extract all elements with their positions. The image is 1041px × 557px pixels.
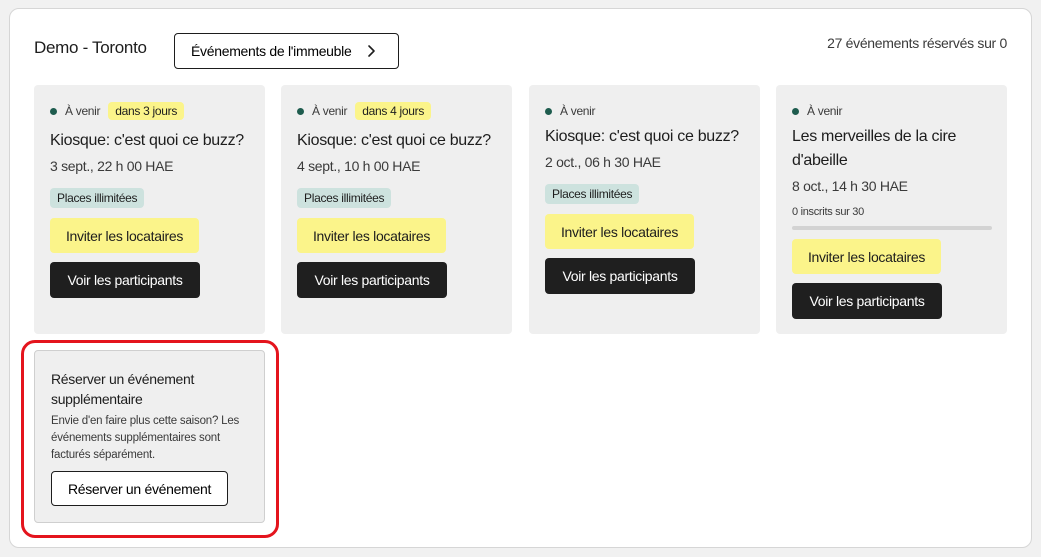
view-participants-button[interactable]: Voir les participants	[545, 258, 695, 294]
event-title: Les merveilles de la cire d'abeille	[792, 128, 957, 169]
status-dot-icon	[297, 107, 304, 115]
status-dot-icon	[50, 107, 57, 115]
status-row: À venir	[545, 101, 596, 121]
events-panel: Demo - Toronto Événements de l'immeuble …	[9, 8, 1032, 548]
building-title: Demo - Toronto	[34, 38, 147, 57]
days-badge: dans 3 jours	[108, 102, 185, 120]
status-label: À venir	[312, 104, 348, 118]
event-date: 8 oct., 14 h 30 HAE	[792, 178, 908, 194]
event-title: Kiosque: c'est quoi ce buzz?	[297, 132, 491, 149]
extra-event-card: Réserver un événement supplémentaire Env…	[34, 350, 265, 523]
chevron-right-icon	[368, 45, 375, 57]
invite-tenants-button[interactable]: Inviter les locataires	[50, 218, 199, 253]
view-participants-button[interactable]: Voir les participants	[297, 262, 447, 298]
book-event-button[interactable]: Réserver un événement	[51, 471, 228, 506]
event-title: Kiosque: c'est quoi ce buzz?	[545, 128, 739, 145]
extra-event-title: Réserver un événement supplémentaire	[51, 371, 195, 407]
event-date: 3 sept., 22 h 00 HAE	[50, 158, 174, 174]
status-label: À venir	[807, 104, 843, 118]
places-badge: Places illimitées	[545, 184, 640, 204]
status-label: À venir	[560, 104, 596, 118]
status-row: À venir dans 4 jours	[297, 101, 432, 121]
view-participants-button[interactable]: Voir les participants	[792, 283, 942, 319]
event-card: À venir dans 4 jours Kiosque: c'est quoi…	[281, 85, 512, 334]
building-events-button[interactable]: Événements de l'immeuble	[174, 33, 399, 69]
event-card: À venir Kiosque: c'est quoi ce buzz? 2 o…	[529, 85, 760, 334]
event-date: 2 oct., 06 h 30 HAE	[545, 154, 661, 170]
days-badge: dans 4 jours	[355, 102, 432, 120]
event-card: À venir Les merveilles de la cire d'abei…	[776, 85, 1007, 334]
building-events-label: Événements de l'immeuble	[191, 43, 352, 59]
status-dot-icon	[792, 107, 799, 115]
status-row: À venir	[792, 101, 843, 121]
status-row: À venir dans 3 jours	[50, 101, 185, 121]
places-badge: Places illimitées	[297, 188, 392, 208]
event-date: 4 sept., 10 h 00 HAE	[297, 158, 421, 174]
invite-tenants-button[interactable]: Inviter les locataires	[792, 239, 941, 274]
event-title: Kiosque: c'est quoi ce buzz?	[50, 132, 244, 149]
events-counter: 27 événements réservés sur 0	[827, 35, 1007, 51]
registration-progress-bar	[792, 226, 992, 230]
places-badge: Places illimitées	[50, 188, 145, 208]
extra-event-description: Envie d'en faire plus cette saison? Les …	[51, 415, 240, 461]
status-dot-icon	[545, 107, 552, 115]
invite-tenants-button[interactable]: Inviter les locataires	[297, 218, 446, 253]
registered-count: 0 inscrits sur 30	[792, 206, 864, 218]
event-card: À venir dans 3 jours Kiosque: c'est quoi…	[34, 85, 265, 334]
invite-tenants-button[interactable]: Inviter les locataires	[545, 214, 694, 249]
status-label: À venir	[65, 104, 101, 118]
view-participants-button[interactable]: Voir les participants	[50, 262, 200, 298]
